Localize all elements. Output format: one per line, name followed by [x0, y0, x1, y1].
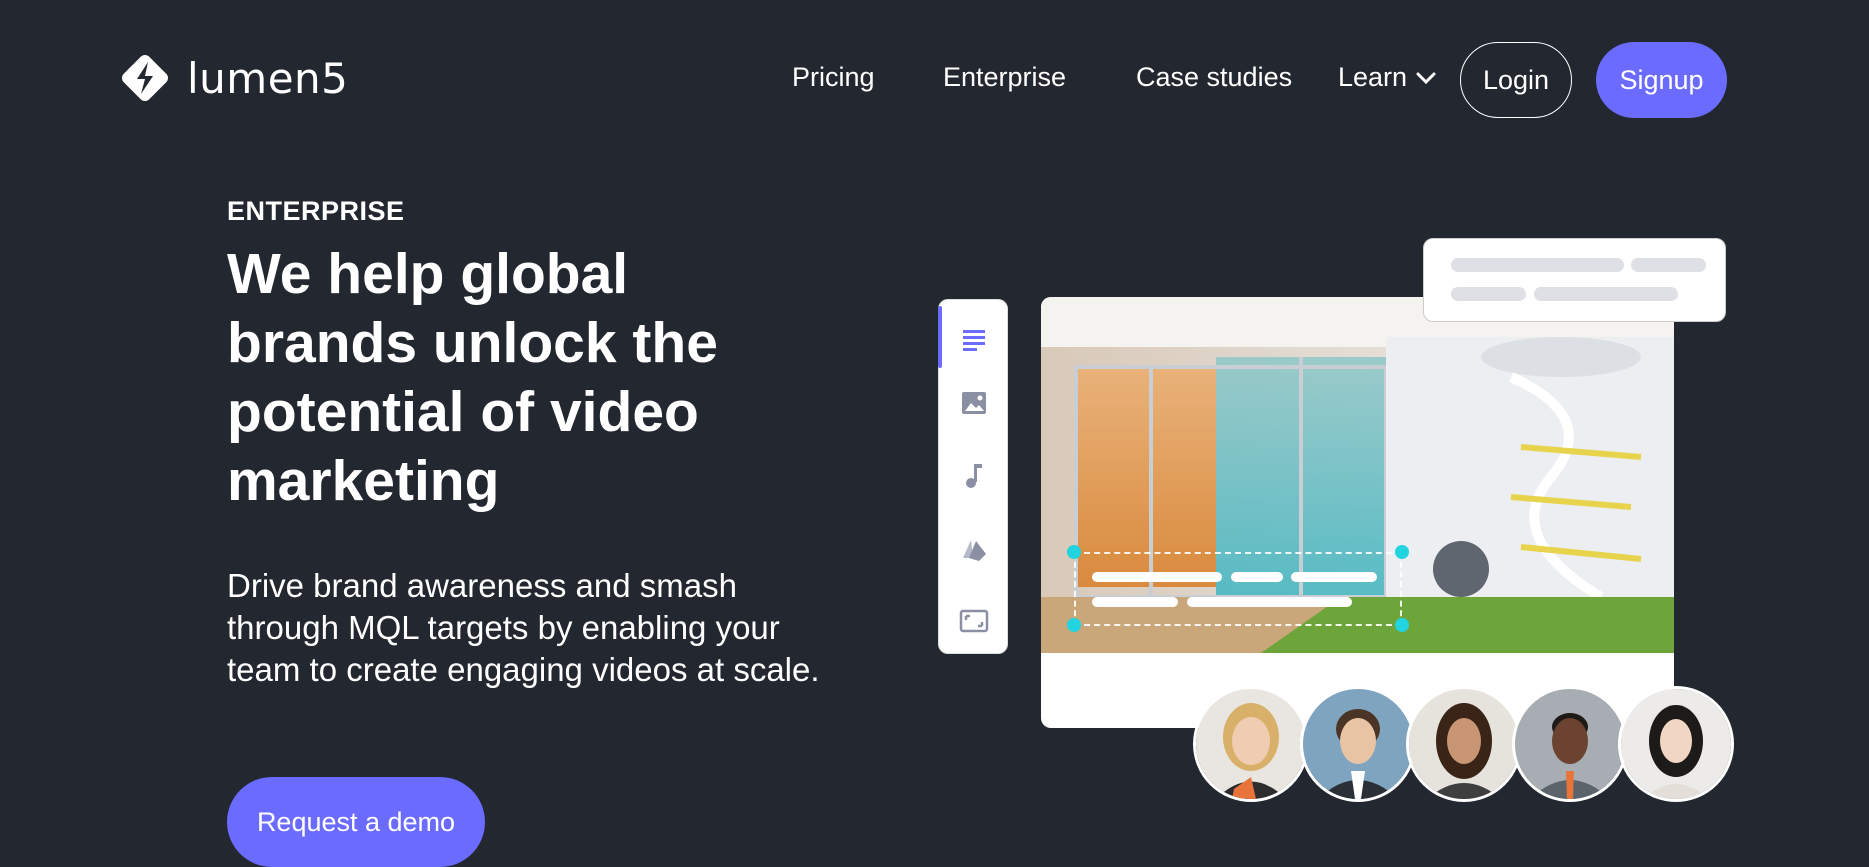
nav-case-studies[interactable]: Case studies: [1136, 62, 1292, 93]
caption-line: [1187, 597, 1352, 607]
avatar-woman-blonde-image: [1196, 689, 1306, 799]
avatar: [1618, 686, 1734, 802]
hero-subtext: Drive brand awareness and smash through …: [227, 567, 820, 688]
avatar: [1300, 686, 1416, 802]
nav-enterprise[interactable]: Enterprise: [943, 62, 1066, 93]
chevron-down-icon: [1416, 72, 1436, 84]
text-suggestion-card: [1423, 238, 1726, 322]
avatar-woman-asian-image: [1621, 689, 1731, 799]
caption-line: [1231, 572, 1283, 582]
nav-learn-label: Learn: [1338, 62, 1408, 92]
hero-eyebrow: ENTERPRISE: [227, 196, 405, 226]
resize-handle-bottom-right[interactable]: [1395, 618, 1409, 632]
style-icon[interactable]: [959, 534, 989, 564]
nav-learn-dropdown[interactable]: Learn: [1338, 62, 1437, 93]
music-icon[interactable]: [959, 460, 989, 490]
request-demo-button[interactable]: Request a demo: [227, 777, 485, 867]
resize-handle-bottom-left[interactable]: [1067, 618, 1081, 632]
avatar-man-beard-image: [1515, 689, 1625, 799]
toolbar-active-indicator: [938, 306, 942, 368]
resize-icon[interactable]: [959, 606, 989, 636]
text-selection-box[interactable]: [1074, 552, 1402, 626]
skeleton-line: [1451, 287, 1526, 301]
avatar-woman-dark-hair-image: [1409, 689, 1519, 799]
caption-line: [1291, 572, 1377, 582]
nav-pricing[interactable]: Pricing: [792, 62, 875, 93]
login-button[interactable]: Login: [1460, 42, 1572, 118]
lumen5-logo-icon: [122, 55, 168, 101]
caption-line: [1092, 572, 1222, 582]
avatar-man-suit-image: [1303, 689, 1413, 799]
avatar: [1406, 686, 1522, 802]
editor-toolbar: [938, 299, 1008, 654]
logo-text: lumen5: [187, 53, 349, 103]
text-icon[interactable]: [959, 324, 989, 354]
skeleton-line: [1576, 258, 1624, 272]
video-preview-card: [1041, 297, 1674, 728]
signup-button[interactable]: Signup: [1596, 42, 1727, 118]
logo[interactable]: lumen5: [115, 48, 348, 108]
resize-handle-top-left[interactable]: [1067, 545, 1081, 559]
skeleton-line: [1631, 258, 1706, 272]
skeleton-line: [1534, 287, 1678, 301]
avatar: [1512, 686, 1628, 802]
image-icon[interactable]: [959, 388, 989, 418]
hero-headline: We help global brands unlock the potenti…: [227, 242, 718, 513]
caption-line: [1092, 597, 1178, 607]
avatar: [1193, 686, 1309, 802]
resize-handle-top-right[interactable]: [1395, 545, 1409, 559]
